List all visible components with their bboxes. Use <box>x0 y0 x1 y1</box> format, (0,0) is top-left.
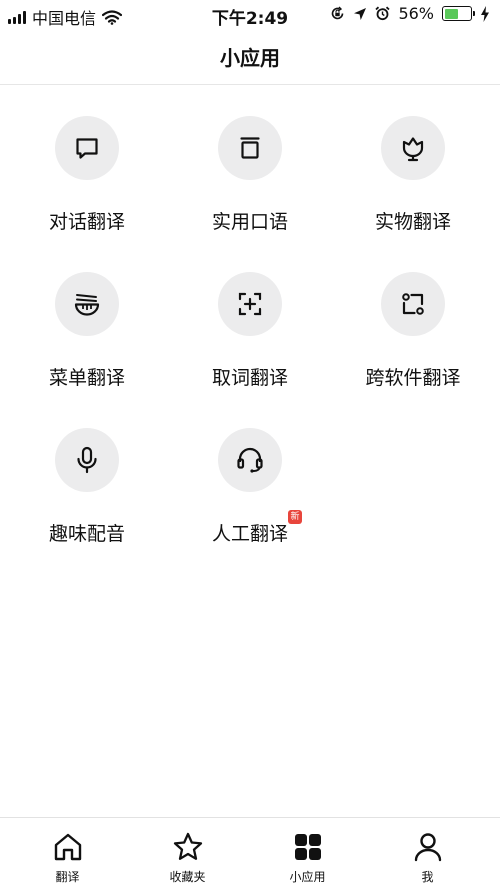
app-label: 菜单翻译 <box>48 367 125 389</box>
app-label: 跨软件翻译 <box>365 367 461 389</box>
app-label: 对话翻译 <box>48 211 125 233</box>
app-icon-circle <box>55 272 119 336</box>
app-fun-dubbing[interactable]: 趣味配音 <box>4 398 170 545</box>
app-label: 人工翻译 <box>211 523 288 545</box>
flower-icon <box>402 137 424 162</box>
app-icon-circle <box>55 116 119 180</box>
headset-icon <box>237 447 263 473</box>
cross-app-icon <box>402 293 424 315</box>
tab-label: 小应用 <box>289 870 326 884</box>
tab-bar: 翻译 收藏夹 小应用 我 <box>0 817 500 889</box>
app-icon-circle <box>218 272 282 336</box>
tab-translate[interactable]: 翻译 <box>5 818 130 889</box>
app-icon-circle <box>55 428 119 492</box>
chat-bubble-icon <box>76 138 98 159</box>
page-title: 小应用 <box>220 46 280 70</box>
tab-favorites[interactable]: 收藏夹 <box>125 818 250 889</box>
tab-label: 我 <box>421 870 434 884</box>
star-icon <box>173 832 202 860</box>
charging-icon <box>481 5 489 22</box>
app-practical-speech[interactable]: 实用口语 <box>167 86 333 233</box>
app-object-translate[interactable]: 实物翻译 <box>330 86 496 233</box>
battery-icon <box>442 6 475 21</box>
nav-bar: 小应用 <box>0 28 500 85</box>
app-icon-circle <box>218 428 282 492</box>
tab-me[interactable]: 我 <box>365 818 490 889</box>
status-right: 56% <box>330 4 490 23</box>
app-dialogue-translate[interactable]: 对话翻译 <box>4 86 170 233</box>
noodle-bowl-icon <box>74 294 100 316</box>
app-label: 实物翻译 <box>374 211 451 233</box>
apps-grid-icon <box>294 834 321 860</box>
person-icon <box>414 833 441 862</box>
home-icon <box>54 833 81 861</box>
battery-percent: 56% <box>398 4 434 23</box>
app-label: 趣味配音 <box>48 523 125 545</box>
alarm-icon <box>375 6 391 21</box>
app-menu-translate[interactable]: 菜单翻译 <box>4 242 170 389</box>
orientation-lock-icon <box>332 6 344 20</box>
app-human-translate[interactable]: 人工翻译 <box>167 398 333 545</box>
app-cross-software-translate[interactable]: 跨软件翻译 <box>330 242 496 389</box>
scan-plus-icon <box>238 292 262 316</box>
card-stack-icon <box>240 137 260 159</box>
new-badge: 新 <box>288 510 302 524</box>
microphone-icon <box>77 446 97 474</box>
app-label: 取词翻译 <box>211 367 288 389</box>
app-icon-circle <box>381 272 445 336</box>
tab-label: 收藏夹 <box>169 870 206 884</box>
app-word-pick-translate[interactable]: 取词翻译 <box>167 242 333 389</box>
battery-cap <box>473 11 475 16</box>
app-icon-circle <box>218 116 282 180</box>
app-label: 实用口语 <box>211 211 288 233</box>
location-icon <box>354 7 367 20</box>
status-bar: 中国电信 下午2:49 56% <box>0 0 500 29</box>
tab-mini-apps[interactable]: 小应用 <box>245 818 370 889</box>
app-icon-circle <box>381 116 445 180</box>
tab-label: 翻译 <box>55 870 80 884</box>
battery-level-fill <box>444 8 458 19</box>
